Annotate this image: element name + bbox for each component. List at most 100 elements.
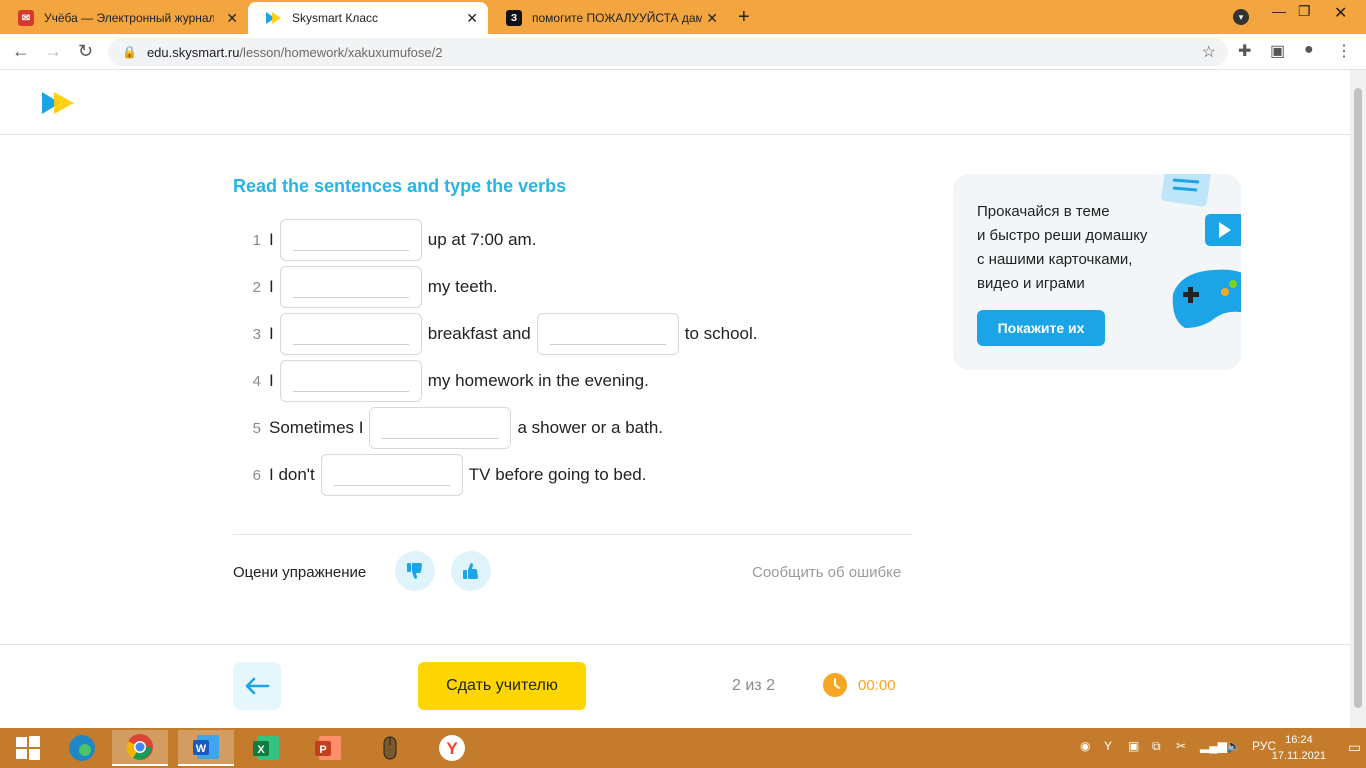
wifi-icon[interactable]: ▂▄▆ xyxy=(1200,739,1227,753)
tab-znanija[interactable]: З помогите ПОЖАЛУУЙСТА дам ✕ xyxy=(488,2,728,34)
back-icon[interactable]: ← xyxy=(12,41,30,62)
close-window-icon[interactable]: ✕ xyxy=(1334,3,1347,23)
chrome-tray-icon[interactable]: ◉ xyxy=(1080,739,1090,753)
edge-icon xyxy=(69,735,95,761)
forward-icon[interactable]: → xyxy=(44,41,62,62)
yandex-tray-icon[interactable]: Y xyxy=(1104,739,1112,753)
skysmart-favicon-icon xyxy=(266,10,282,26)
verb-input[interactable] xyxy=(536,313,679,355)
verb-input[interactable] xyxy=(279,266,422,308)
menu-icon[interactable]: ⋮ xyxy=(1336,41,1352,61)
mouse-icon xyxy=(383,736,397,760)
exercise-title: Read the sentences and type the verbs xyxy=(233,176,567,196)
verb-input[interactable] xyxy=(279,360,422,402)
sentence-text: TV before going to bed. xyxy=(468,465,647,484)
scrollbar-thumb[interactable] xyxy=(1354,88,1362,708)
sidepanel-icon[interactable]: ▣ xyxy=(1270,41,1285,61)
address-bar[interactable]: 🔒 edu.skysmart.ru /lesson/homework/xakux… xyxy=(108,38,1228,66)
yandex-icon: Y xyxy=(439,735,465,761)
sentence-text: a shower or a bath. xyxy=(517,418,664,437)
tab-title: Учёба — Электронный журнал xyxy=(44,11,214,25)
sentence-text: I xyxy=(269,230,274,249)
windows-taskbar: W X P Y ◉ Y ▣ ⧉ ✂ ▂▄▆ 🔈 РУС 16:24 17.11.… xyxy=(0,728,1366,768)
svg-text:X: X xyxy=(257,744,265,756)
bookmark-star-icon[interactable]: ☆ xyxy=(1202,42,1216,62)
verb-input[interactable] xyxy=(320,454,463,496)
arrow-left-icon xyxy=(245,677,270,695)
tray-settings-icon[interactable]: ✂ xyxy=(1176,739,1186,753)
sentence-text: to school. xyxy=(684,324,758,343)
extensions-icon[interactable]: ✚ xyxy=(1238,41,1251,61)
show-cards-button[interactable]: Покажите их xyxy=(977,310,1105,346)
close-tab-icon[interactable]: ✕ xyxy=(706,10,718,27)
word-icon: W xyxy=(193,735,219,759)
row-number: 2 xyxy=(252,278,261,296)
verb-input[interactable] xyxy=(279,219,422,261)
page-content: Read the sentences and type the verbs 1 … xyxy=(0,70,1350,728)
promo-line: Прокачайся в теме xyxy=(977,203,1110,220)
taskbar-powerpoint[interactable]: P xyxy=(300,730,356,766)
clock-date: 17.11.2021 xyxy=(1271,750,1326,762)
restore-icon[interactable]: ❐ xyxy=(1298,3,1311,20)
tray-app-icon[interactable]: ▣ xyxy=(1128,739,1139,753)
url-path: /lesson/homework/xakuxumufose/2 xyxy=(239,44,443,60)
previous-button[interactable] xyxy=(233,662,281,710)
tray-network-icon[interactable]: ⧉ xyxy=(1152,739,1161,754)
windows-logo-icon xyxy=(16,736,40,760)
taskbar-edge[interactable] xyxy=(54,730,110,766)
znanija-favicon-icon: З xyxy=(506,10,522,26)
tab-title: помогите ПОЖАЛУУЙСТА дам xyxy=(532,11,702,25)
row-number: 5 xyxy=(252,419,261,437)
profile-avatar-icon[interactable]: ● xyxy=(1304,41,1314,59)
verb-input[interactable] xyxy=(369,407,512,449)
notifications-icon[interactable]: ▭ xyxy=(1348,739,1361,756)
promo-line: с нашими карточками, xyxy=(977,251,1133,268)
row-number: 4 xyxy=(252,372,261,390)
volume-icon[interactable]: 🔈 xyxy=(1226,739,1241,753)
footer-divider xyxy=(0,644,1350,645)
rate-label: Оцени упражнение xyxy=(233,564,367,581)
timer: 00:00 xyxy=(858,677,896,694)
promo-text: Прокачайся в теме и быстро реши домашку … xyxy=(977,200,1177,296)
close-tab-icon[interactable]: ✕ xyxy=(226,10,238,27)
system-clock[interactable]: 16:24 17.11.2021 xyxy=(1272,732,1326,764)
dislike-button[interactable] xyxy=(395,551,435,591)
skysmart-logo-icon[interactable] xyxy=(42,92,76,114)
row-number: 6 xyxy=(252,466,261,484)
row-number: 1 xyxy=(252,231,261,249)
sentence-text: I don't xyxy=(269,465,315,484)
sentence-text: Sometimes I xyxy=(269,418,364,437)
promo-line: видео и играми xyxy=(977,275,1085,292)
chrome-icon xyxy=(126,734,153,760)
tab-search-icon[interactable]: ▾ xyxy=(1233,9,1249,25)
journal-favicon-icon: ✉ xyxy=(18,10,34,26)
svg-text:W: W xyxy=(196,743,207,755)
promo-illustration-icon xyxy=(1161,174,1241,328)
tab-electronic-journal[interactable]: ✉ Учёба — Электронный журнал ✕ xyxy=(0,2,248,34)
taskbar-chrome[interactable] xyxy=(112,730,168,766)
taskbar-yandex[interactable]: Y xyxy=(424,730,480,766)
sentence-row: 6 I don't TV before going to bed. xyxy=(233,454,647,496)
report-error-link[interactable]: Сообщить об ошибке xyxy=(752,564,901,581)
thumbs-down-icon xyxy=(407,563,422,579)
taskbar-mouse-app[interactable] xyxy=(362,730,418,766)
browser-tabstrip: ✉ Учёба — Электронный журнал ✕ Skysmart … xyxy=(0,0,1366,34)
new-tab-icon[interactable]: + xyxy=(738,6,750,29)
close-tab-icon[interactable]: ✕ xyxy=(466,10,478,27)
tab-skysmart[interactable]: Skysmart Класс ✕ xyxy=(248,2,488,34)
taskbar-word[interactable]: W xyxy=(178,730,234,766)
verb-input[interactable] xyxy=(279,313,422,355)
sentence-text: breakfast and xyxy=(427,324,531,343)
taskbar-excel[interactable]: X xyxy=(238,730,294,766)
reload-icon[interactable]: ↻ xyxy=(78,41,93,62)
header-divider xyxy=(0,134,1350,135)
clock-icon xyxy=(823,673,847,697)
powerpoint-icon: P xyxy=(315,736,341,760)
lock-icon: 🔒 xyxy=(122,45,137,59)
minimize-icon[interactable]: — xyxy=(1272,3,1286,19)
like-button[interactable] xyxy=(451,551,491,591)
start-button[interactable] xyxy=(0,730,56,766)
page-scrollbar[interactable] xyxy=(1350,70,1366,728)
submit-to-teacher-button[interactable]: Сдать учителю xyxy=(418,662,586,710)
sentence-text: I xyxy=(269,371,274,390)
